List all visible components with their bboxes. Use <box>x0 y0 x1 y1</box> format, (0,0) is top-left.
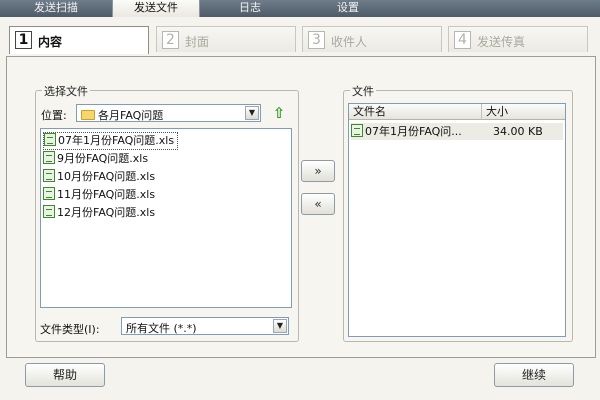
selected-files-table[interactable]: 文件名 大小 07年1月份FAQ问... 34.00 KB <box>348 103 566 337</box>
step-content[interactable]: 1 内容 <box>9 26 149 54</box>
top-tab-bar: 发送扫描 发送文件 日志 设置 <box>0 0 600 17</box>
selected-files-group: 文件 文件名 大小 07年1月份FAQ问... 34.00 KB <box>343 83 573 342</box>
table-row[interactable]: 07年1月份FAQ问... 34.00 KB <box>351 123 563 140</box>
file-name: 12月份FAQ问题.xls <box>57 206 156 219</box>
step-number: 2 <box>162 31 179 49</box>
tab-send-scan[interactable]: 发送扫描 <box>0 0 112 17</box>
xls-file-icon <box>43 169 55 182</box>
xls-file-icon <box>44 133 56 146</box>
fax-window: 发送扫描 发送文件 日志 设置 1 内容 2 封面 3 收件人 4 发送传真 选… <box>0 0 600 400</box>
add-file-button[interactable]: » <box>301 160 335 182</box>
selected-files-title: 文件 <box>350 83 376 99</box>
file-type-label: 文件类型(I): <box>40 323 100 336</box>
chevron-down-icon[interactable]: ▼ <box>245 106 259 120</box>
chevron-down-icon[interactable]: ▼ <box>273 319 287 333</box>
file-list[interactable]: 07年1月份FAQ问题.xls 9月份FAQ问题.xls 10月份FAQ问题.x… <box>40 128 292 308</box>
content-panel: 选择文件 位置: 各月FAQ问题 ▼ ⇧ 07年1月份FAQ问题.xls 9月份… <box>6 56 596 358</box>
location-text: 各月FAQ问题 <box>98 109 164 122</box>
step-number: 1 <box>15 31 32 49</box>
row-file-name: 07年1月份FAQ问... <box>351 123 462 140</box>
help-button[interactable]: 帮助 <box>25 363 105 387</box>
location-value: 各月FAQ问题 <box>81 107 163 123</box>
continue-button[interactable]: 继续 <box>494 363 574 387</box>
column-header-name[interactable]: 文件名 <box>349 104 482 120</box>
step-label: 内容 <box>38 35 63 49</box>
file-list-item[interactable]: 12月份FAQ问题.xls <box>43 204 158 222</box>
location-label: 位置: <box>41 109 67 122</box>
folder-icon <box>81 110 95 120</box>
up-folder-icon[interactable]: ⇧ <box>270 104 288 122</box>
wizard-steps: 1 内容 2 封面 3 收件人 4 发送传真 <box>0 17 600 57</box>
select-files-group: 选择文件 位置: 各月FAQ问题 ▼ ⇧ 07年1月份FAQ问题.xls 9月份… <box>35 83 299 342</box>
xls-file-icon <box>43 151 55 164</box>
step-number: 3 <box>308 31 325 49</box>
xls-file-icon <box>43 187 55 200</box>
file-name: 10月份FAQ问题.xls <box>57 170 156 183</box>
tab-log[interactable]: 日志 <box>200 0 300 17</box>
file-list-item[interactable]: 9月份FAQ问题.xls <box>43 150 151 168</box>
step-label: 封面 <box>185 35 210 49</box>
step-cover[interactable]: 2 封面 <box>156 26 296 52</box>
step-label: 发送传真 <box>477 35 526 49</box>
step-label: 收件人 <box>331 35 368 49</box>
xls-file-icon <box>351 124 363 137</box>
file-type-dropdown[interactable]: 所有文件 (*.*) ▼ <box>121 317 289 335</box>
file-name: 9月份FAQ问题.xls <box>57 152 149 165</box>
location-dropdown[interactable]: 各月FAQ问题 ▼ <box>76 104 261 122</box>
file-name: 07年1月份FAQ问题.xls <box>58 134 175 147</box>
file-list-item[interactable]: 07年1月份FAQ问题.xls <box>43 132 179 150</box>
file-type-value: 所有文件 (*.*) <box>126 322 197 335</box>
select-files-title: 选择文件 <box>42 83 90 99</box>
step-number: 4 <box>454 31 471 49</box>
file-list-item[interactable]: 10月份FAQ问题.xls <box>43 168 158 186</box>
remove-file-button[interactable]: « <box>301 193 335 215</box>
row-file-size: 34.00 KB <box>493 125 543 138</box>
step-send-fax[interactable]: 4 发送传真 <box>448 26 588 52</box>
xls-file-icon <box>43 205 55 218</box>
step-recipients[interactable]: 3 收件人 <box>302 26 442 52</box>
file-list-item[interactable]: 11月份FAQ问题.xls <box>43 186 158 204</box>
file-name: 11月份FAQ问题.xls <box>57 188 156 201</box>
row-file-name-text: 07年1月份FAQ问... <box>365 125 462 138</box>
column-header-size[interactable]: 大小 <box>482 104 565 120</box>
tab-send-file[interactable]: 发送文件 <box>112 0 200 17</box>
tab-settings[interactable]: 设置 <box>300 0 396 17</box>
